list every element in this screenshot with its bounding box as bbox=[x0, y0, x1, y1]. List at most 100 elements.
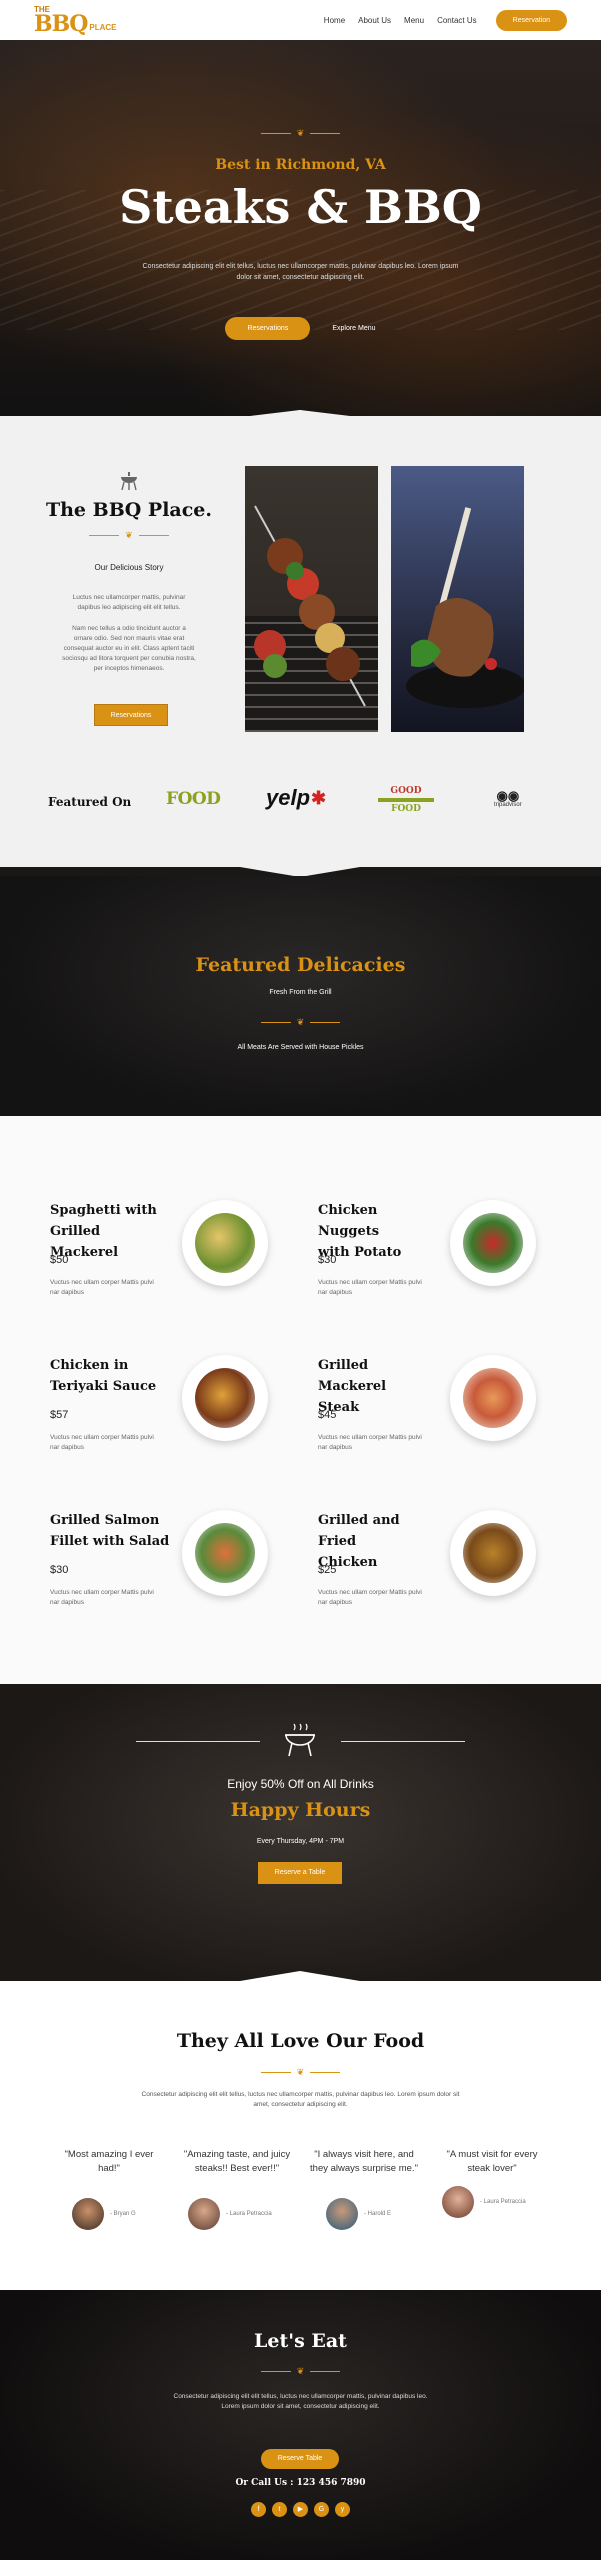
dish-plate-image bbox=[450, 1355, 536, 1441]
reservation-button[interactable]: Reservation bbox=[495, 9, 567, 31]
testimonial-author: - Bryan G bbox=[72, 2198, 136, 2230]
good-food-logo: GOOD FOOD bbox=[378, 786, 434, 814]
dish-description: Vuctus nec ullam corper Mattis pulvi nar… bbox=[50, 1279, 154, 1296]
author-name: - Laura Petraccia bbox=[480, 2199, 526, 2205]
nav-menu[interactable]: Menu bbox=[404, 16, 424, 25]
featured-delicacies-subtitle: Fresh From the Grill bbox=[269, 989, 332, 996]
menu-item[interactable]: Chicken in Teriyaki Sauce $57 Vuctus nec … bbox=[50, 1355, 290, 1475]
testimonials-subtitle: Consectetur adipiscing elit elit tellus,… bbox=[141, 2091, 460, 2108]
dish-price: $57 bbox=[50, 1409, 69, 1421]
menu-section: Spaghetti with Grilled Mackerel $50 Vuctu… bbox=[0, 1116, 601, 1684]
about-paragraph-1: Luctus nec ullamcorper mattis, pulvinar … bbox=[72, 594, 186, 611]
dish-price: $30 bbox=[50, 1564, 69, 1576]
tripadvisor-logo: ◉◉ tripadvisor bbox=[494, 789, 522, 808]
section-notch bbox=[0, 410, 601, 427]
yelp-burst-icon: ✱ bbox=[311, 787, 327, 808]
ornament-divider: ❦ bbox=[0, 1017, 601, 1028]
youtube-icon[interactable]: ▶ bbox=[293, 2502, 308, 2517]
hero-title: Steaks & BBQ bbox=[119, 180, 482, 234]
about-subtitle: Our Delicious Story bbox=[94, 563, 164, 572]
dish-plate-image bbox=[450, 1200, 536, 1286]
about-paragraph-2: Nam nec tellus a odio tincidunt auctor a… bbox=[62, 625, 196, 672]
logo-place: PLACE bbox=[89, 23, 117, 32]
testimonials-section: They All Love Our Food ❦ Consectetur adi… bbox=[0, 1988, 601, 2290]
hero-reservations-button[interactable]: Reservations bbox=[225, 317, 311, 340]
testimonial-quote: "Amazing taste, and juicy steaks!! Best … bbox=[183, 2149, 291, 2174]
testimonial-author: - Laura Petraccia bbox=[188, 2198, 272, 2230]
twitter-icon[interactable]: t bbox=[272, 2502, 287, 2517]
testimonial-author: - Laura Petraccia bbox=[442, 2186, 526, 2218]
nav-about-us[interactable]: About Us bbox=[358, 16, 391, 25]
menu-item[interactable]: Grilled and Fried Chicken $25 Vuctus nec … bbox=[318, 1510, 558, 1630]
explore-menu-link[interactable]: Explore Menu bbox=[332, 325, 375, 332]
reserve-table-button[interactable]: Reserve Table bbox=[261, 2449, 339, 2469]
section-notch bbox=[0, 867, 601, 876]
nav-contact-us[interactable]: Contact Us bbox=[437, 16, 477, 25]
good-food-logo-bottom: FOOD bbox=[391, 804, 421, 814]
lets-eat-title: Let's Eat bbox=[254, 2330, 347, 2352]
dish-price: $45 bbox=[318, 1409, 337, 1421]
featured-delicacies-section: Featured Delicacies Fresh From the Grill… bbox=[0, 876, 601, 1116]
about-section: The BBQ Place. ❦ Our Delicious Story Luc… bbox=[0, 427, 601, 876]
dish-plate-image bbox=[450, 1510, 536, 1596]
site-logo[interactable]: THE BBQ PLACE bbox=[34, 5, 117, 37]
divider-line bbox=[341, 1741, 465, 1742]
testimonial-quote: "Most amazing I ever had!" bbox=[64, 2149, 154, 2174]
author-name: - Laura Petraccia bbox=[226, 2211, 272, 2217]
testimonial-author: - Harold E bbox=[326, 2198, 391, 2230]
yelp-logo: yelp ✱ bbox=[266, 785, 326, 811]
bbq-grill-icon bbox=[285, 1723, 315, 1757]
about-title: The BBQ Place. bbox=[45, 499, 213, 521]
dish-plate-image bbox=[182, 1200, 268, 1286]
dish-description: Vuctus nec ullam corper Mattis pulvi nar… bbox=[318, 1589, 422, 1606]
site-header: THE BBQ PLACE Home About Us Menu Contact… bbox=[0, 0, 601, 40]
dish-price: $25 bbox=[318, 1564, 337, 1576]
dish-name: Chicken in Teriyaki Sauce bbox=[50, 1358, 157, 1394]
ornament-divider: ❦ bbox=[0, 2067, 601, 2078]
call-us-text: Or Call Us : 123 456 7890 bbox=[235, 2478, 366, 2488]
avatar bbox=[188, 2198, 220, 2230]
ornament-divider: ❦ bbox=[0, 2366, 601, 2377]
lets-eat-text: Consectetur adipiscing elit elit tellus,… bbox=[173, 2393, 428, 2410]
featured-delicacies-title: Featured Delicacies bbox=[195, 954, 406, 976]
yelp-icon[interactable]: y bbox=[335, 2502, 350, 2517]
reserve-table-button[interactable]: Reserve a Table bbox=[258, 1862, 342, 1884]
dish-description: Vuctus nec ullam corper Mattis pulvi nar… bbox=[50, 1589, 154, 1606]
happy-hours-section: Enjoy 50% Off on All Drinks Happy Hours … bbox=[0, 1684, 601, 1988]
dish-plate-image bbox=[182, 1510, 268, 1596]
ornament-divider: ❦ bbox=[0, 128, 601, 139]
menu-item[interactable]: Chicken Nuggets with Potato $30 Vuctus ne… bbox=[318, 1200, 558, 1320]
happy-hours-offer: Enjoy 50% Off on All Drinks bbox=[227, 1777, 374, 1791]
testimonial-quote: "A must visit for every steak lover" bbox=[446, 2149, 538, 2174]
menu-item[interactable]: Grilled Salmon Fillet with Salad $30 Vuct… bbox=[50, 1510, 290, 1630]
social-links: f t ▶ G y bbox=[0, 2502, 601, 2517]
google-icon[interactable]: G bbox=[314, 2502, 329, 2517]
yelp-wordmark: yelp bbox=[266, 785, 311, 810]
nav-home[interactable]: Home bbox=[324, 16, 345, 25]
dish-plate-image bbox=[182, 1355, 268, 1441]
lets-eat-section: Let's Eat ❦ Consectetur adipiscing elit … bbox=[0, 2290, 601, 2560]
author-name: - Harold E bbox=[364, 2211, 392, 2217]
avatar bbox=[442, 2186, 474, 2218]
section-notch bbox=[0, 1971, 601, 1988]
about-reservations-button[interactable]: Reservations bbox=[94, 704, 168, 726]
logo-the: THE bbox=[34, 5, 50, 14]
grilled-lamb-chop-photo bbox=[391, 466, 524, 732]
dish-name: Grilled Salmon Fillet with Salad bbox=[50, 1513, 170, 1549]
menu-item[interactable]: Spaghetti with Grilled Mackerel $50 Vuctu… bbox=[50, 1200, 290, 1320]
testimonial-quote: "I always visit here, and they always su… bbox=[310, 2149, 418, 2174]
author-name: - Bryan G bbox=[110, 2211, 136, 2217]
divider-line bbox=[136, 1741, 260, 1742]
featured-delicacies-note: All Meats Are Served with House Pickles bbox=[237, 1044, 364, 1051]
testimonials-title: They All Love Our Food bbox=[176, 2030, 425, 2052]
happy-hours-time: Every Thursday, 4PM - 7PM bbox=[256, 1838, 345, 1845]
dish-description: Vuctus nec ullam corper Mattis pulvi nar… bbox=[318, 1279, 422, 1296]
good-food-stripe bbox=[378, 798, 434, 802]
owl-icon: ◉◉ bbox=[496, 788, 520, 803]
hero-text: Consectetur adipiscing elit elit tellus,… bbox=[142, 263, 459, 281]
menu-item[interactable]: Grilled Mackerel Steak $45 Vuctus nec ull… bbox=[318, 1355, 558, 1475]
facebook-icon[interactable]: f bbox=[251, 2502, 266, 2517]
logo-bbq: BBQ bbox=[34, 11, 88, 37]
avatar bbox=[72, 2198, 104, 2230]
hero-subtitle: Best in Richmond, VA bbox=[215, 157, 386, 173]
